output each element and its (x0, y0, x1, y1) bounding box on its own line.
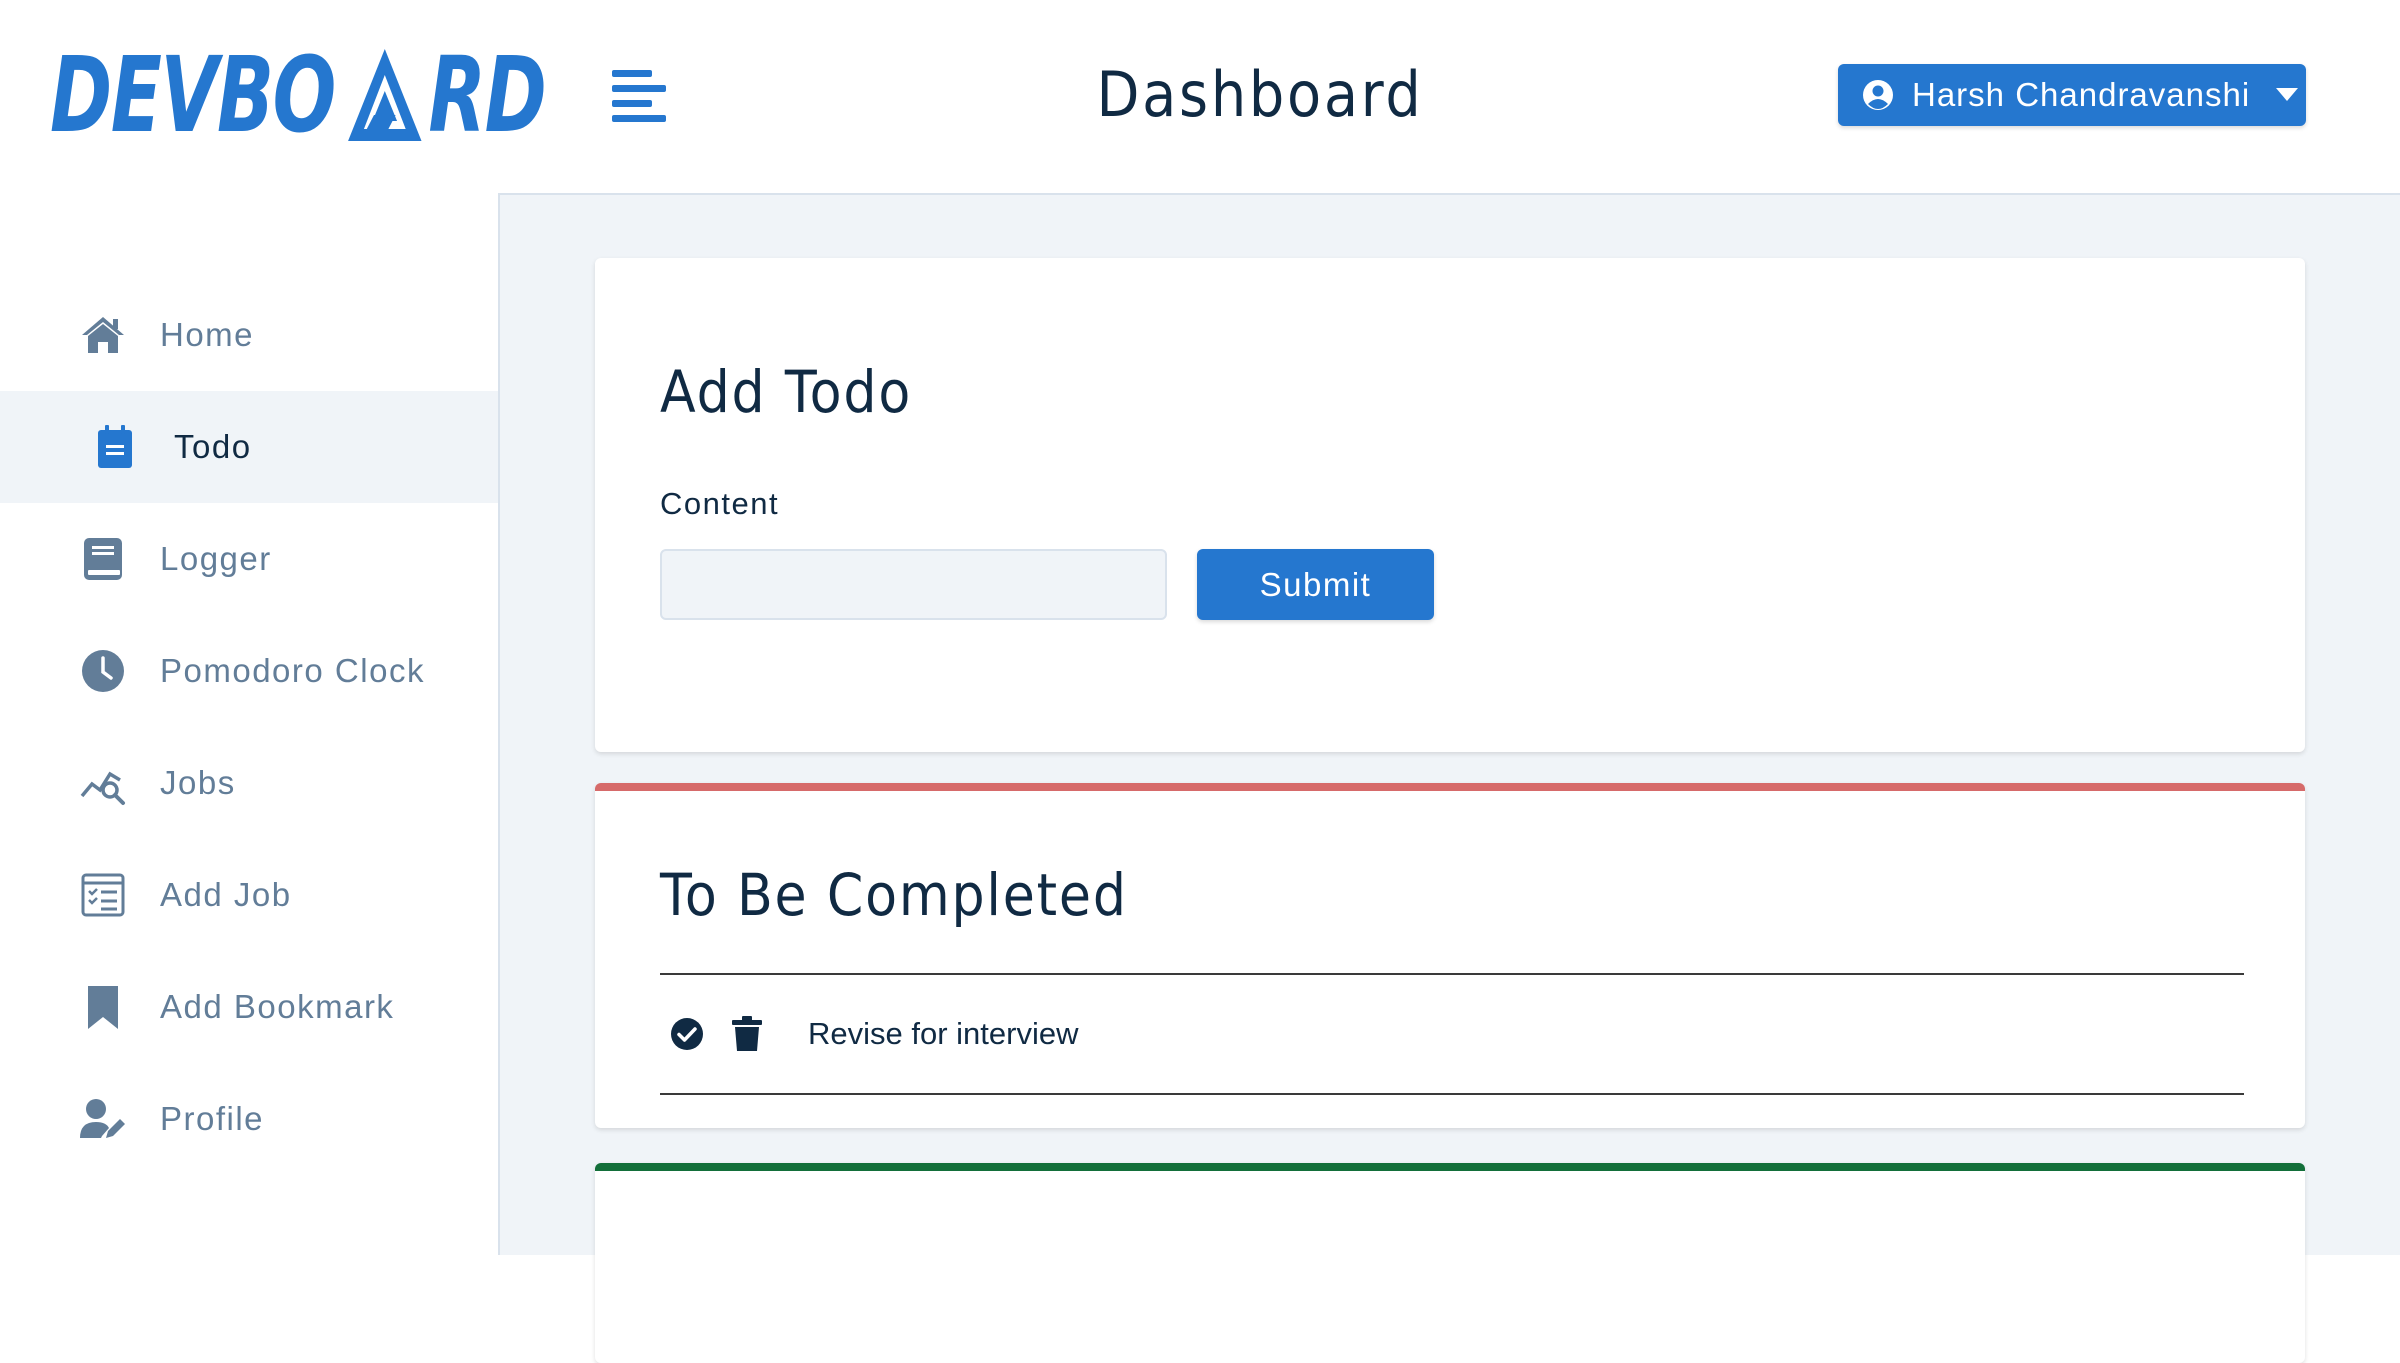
completed-card (595, 1163, 2305, 1363)
sidebar-item-add-job[interactable]: Add Job (0, 839, 498, 951)
sidebar-item-label: Profile (160, 1100, 265, 1137)
to-be-completed-card: To Be Completed Revise for interview (595, 783, 2305, 1128)
clock-icon (82, 650, 124, 692)
sidebar-item-label: Jobs (160, 764, 236, 801)
submit-button[interactable]: Submit (1197, 549, 1434, 620)
add-todo-card: Add Todo Content Submit (595, 258, 2305, 752)
form-icon (81, 873, 125, 917)
list-item: Revise for interview (660, 975, 2244, 1093)
add-todo-title: Add Todo (660, 358, 913, 426)
content-label: Content (660, 486, 780, 521)
trash-icon[interactable] (732, 1016, 762, 1052)
sidebar-item-label: Add Job (160, 876, 292, 913)
bookmark-icon (88, 986, 118, 1029)
top-header: DEVBO RD Dashboard Harsh Chandravanshi (0, 0, 2400, 193)
content-input[interactable] (660, 549, 1167, 620)
sidebar-item-pomodoro-clock[interactable]: Pomodoro Clock (0, 615, 498, 727)
book-icon (84, 538, 122, 580)
sidebar-item-logger[interactable]: Logger (0, 503, 498, 615)
sidebar-item-label: Add Bookmark (160, 988, 395, 1025)
user-circle-icon (1863, 80, 1893, 110)
sidebar-item-label: Logger (160, 540, 272, 577)
user-menu-button[interactable]: Harsh Chandravanshi (1838, 64, 2306, 126)
sidebar-item-home[interactable]: Home (0, 279, 498, 391)
sidebar-nav: Home Todo Logger Pomodoro Clock Jobs Add… (0, 279, 498, 1175)
clipboard-icon (98, 425, 132, 468)
sidebar-item-label: Pomodoro Clock (160, 652, 425, 689)
user-edit-icon (80, 1099, 125, 1138)
main-content: Add Todo Content Submit To Be Completed … (500, 193, 2400, 1363)
sidebar-item-label: Todo (174, 428, 252, 465)
sidebar-item-label: Home (160, 316, 255, 353)
sidebar-item-todo[interactable]: Todo (0, 391, 498, 503)
todo-text: Revise for interview (808, 1016, 1079, 1051)
sidebar-item-profile[interactable]: Profile (0, 1063, 498, 1175)
sidebar-item-add-bookmark[interactable]: Add Bookmark (0, 951, 498, 1063)
chart-search-icon (80, 771, 125, 805)
user-name: Harsh Chandravanshi (1912, 76, 2251, 113)
sidebar: Home Todo Logger Pomodoro Clock Jobs Add… (0, 193, 500, 1255)
divider (660, 1093, 2244, 1095)
pending-todo-list: Revise for interview (660, 973, 2244, 1095)
caret-down-icon (2276, 88, 2299, 101)
home-icon (82, 317, 124, 353)
check-circle-icon[interactable] (670, 1017, 704, 1051)
to-be-completed-title: To Be Completed (660, 861, 1128, 929)
sidebar-item-jobs[interactable]: Jobs (0, 727, 498, 839)
